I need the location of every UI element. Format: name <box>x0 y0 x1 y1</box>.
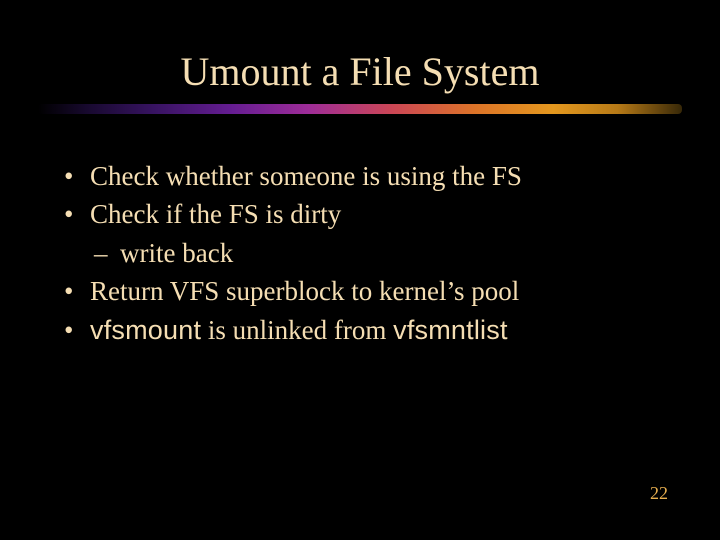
slide: Umount a File System Check whether someo… <box>0 0 720 540</box>
bullet-text: Return VFS superblock to kernel’s pool <box>90 276 519 306</box>
bullet-text: Check if the FS is dirty <box>90 199 341 229</box>
slide-body: Check whether someone is using the FS Ch… <box>62 158 680 350</box>
bullet-item: Check whether someone is using the FS <box>62 158 680 194</box>
title-underline <box>38 104 682 114</box>
slide-title: Umount a File System <box>0 48 720 95</box>
bullet-text: is unlinked from <box>201 315 393 345</box>
page-number: 22 <box>650 483 668 504</box>
code-text: vfsmount <box>90 315 201 345</box>
bullet-item: vfsmount is unlinked from vfsmntlist <box>62 312 680 348</box>
bullet-item: Check if the FS is dirty <box>62 196 680 232</box>
code-text: vfsmntlist <box>393 315 508 345</box>
bullet-item: Return VFS superblock to kernel’s pool <box>62 273 680 309</box>
sub-bullet-item: write back <box>62 235 680 271</box>
bullet-list: Check whether someone is using the FS Ch… <box>62 158 680 348</box>
bullet-text: Check whether someone is using the FS <box>90 161 522 191</box>
sub-bullet-text: write back <box>120 238 233 268</box>
